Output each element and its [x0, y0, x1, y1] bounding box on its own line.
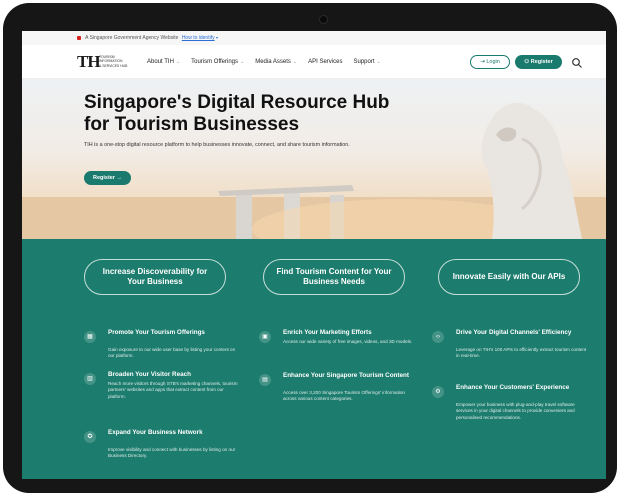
nav-tourism-offerings[interactable]: Tourism Offerings ⌄	[191, 59, 244, 65]
feature-item: ‹› Drive Your Digital Channels' Efficien…	[432, 329, 592, 379]
feature-heading: Find Tourism Content for Your Business N…	[263, 259, 405, 295]
image-icon: ▣	[259, 331, 271, 343]
register-button[interactable]: ⚇ Register	[515, 55, 562, 69]
nav-media-assets[interactable]: Media Assets ⌄	[255, 59, 297, 65]
add-user-icon: ⚇	[524, 59, 530, 65]
network-icon: ✪	[84, 431, 96, 443]
book-icon: ▤	[259, 374, 271, 386]
chart-icon: ▥	[84, 373, 96, 385]
nav-api-services[interactable]: API Services	[308, 59, 342, 65]
feature-heading: Increase Discoverability for Your Busine…	[84, 259, 226, 295]
chevron-down-icon: ⌄	[240, 59, 245, 65]
feature-column-discoverability: Increase Discoverability for Your Busine…	[78, 239, 248, 479]
main-nav: TH TOURISM INFORMATION & SERVICES HUB Ab…	[22, 45, 606, 79]
gov-banner-text: A Singapore Government Agency Website	[85, 35, 179, 41]
code-icon: ‹›	[432, 331, 444, 343]
hero-section: Singapore's Digital Resource Hub for Tou…	[22, 79, 606, 239]
camera-dot	[319, 15, 328, 24]
how-to-identify-link[interactable]: How to identify	[182, 35, 215, 41]
tih-logo[interactable]: TH TOURISM INFORMATION & SERVICES HUB	[77, 53, 133, 71]
login-icon: ⇥	[480, 59, 485, 65]
chevron-down-icon: ⌄	[175, 59, 181, 65]
feature-heading: Innovate Easily with Our APIs	[438, 259, 580, 295]
gov-banner: A Singapore Government Agency Website Ho…	[22, 31, 606, 45]
nav-links: About TIH ⌄ Tourism Offerings ⌄ Media Asse…	[147, 45, 381, 79]
chevron-down-icon: ⌄	[376, 59, 381, 65]
feature-item: ▥ Broaden Your Visitor Reach Reach more …	[84, 371, 244, 421]
arrow-right-icon: →	[116, 175, 123, 181]
chevron-down-icon: ⌄	[292, 59, 298, 65]
feature-column-apis: Innovate Easily with Our APIs ‹› Drive Y…	[424, 239, 594, 479]
nav-support[interactable]: Support ⌄	[353, 59, 380, 65]
feature-item: ✪ Expand Your Business Network Improve v…	[84, 429, 244, 479]
features-section: Increase Discoverability for Your Busine…	[22, 239, 606, 479]
login-button[interactable]: ⇥ Login	[470, 55, 510, 69]
feature-item: ⚙ Enhance Your Customers' Experience Emp…	[432, 384, 592, 444]
feature-item: ▤ Enhance Your Singapore Tourism Content…	[259, 372, 419, 422]
feature-column-content: Find Tourism Content for Your Business N…	[251, 239, 421, 479]
page-title: Singapore's Digital Resource Hub for Tou…	[84, 92, 390, 135]
browser-screen: A Singapore Government Agency Website Ho…	[22, 31, 606, 479]
chevron-down-icon: ▾	[216, 35, 219, 40]
grid-icon: ▦	[84, 331, 96, 343]
search-icon[interactable]	[571, 56, 583, 68]
nav-about-tih[interactable]: About TIH ⌄	[147, 59, 180, 65]
hero-subtitle: TIH is a one-stop digital resource platf…	[84, 142, 350, 148]
gear-icon: ⚙	[432, 386, 444, 398]
logo-text: TOURISM INFORMATION & SERVICES HUB	[99, 55, 128, 68]
singapore-flag-icon	[77, 35, 81, 40]
hero-register-button[interactable]: Register →	[84, 171, 131, 185]
logo-mark: TH	[77, 52, 101, 71]
laptop-frame: A Singapore Government Agency Website Ho…	[3, 3, 617, 493]
